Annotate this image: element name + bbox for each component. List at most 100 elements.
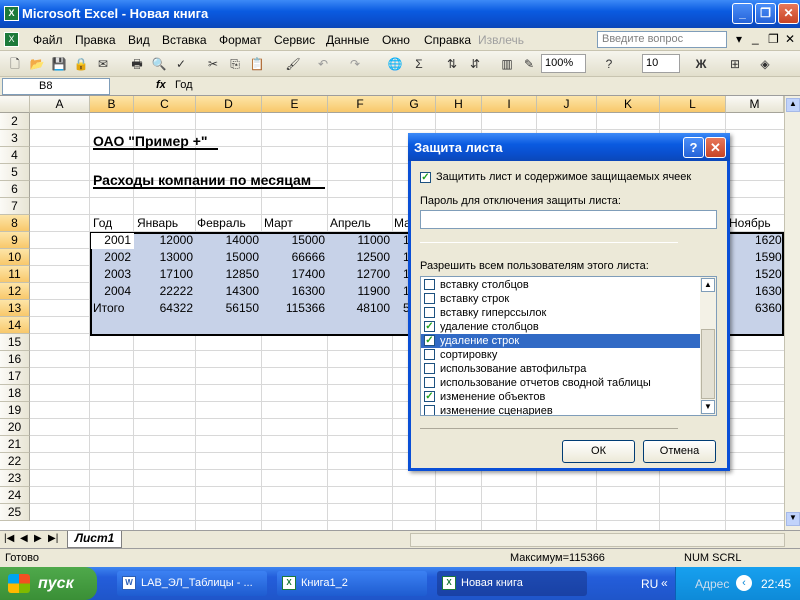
value-cell[interactable]: 11000	[328, 232, 393, 249]
row-header-24[interactable]: 24	[0, 487, 30, 504]
minimize-workbook-icon[interactable]: _	[752, 31, 759, 45]
column-header-I[interactable]: I	[482, 96, 537, 113]
permission-item[interactable]: использование автофильтра	[421, 362, 701, 376]
scroll-down-icon[interactable]: ▼	[786, 512, 800, 526]
row-header-7[interactable]: 7	[0, 198, 30, 215]
list-scroll-thumb[interactable]	[701, 329, 715, 399]
ok-button[interactable]: ОК	[562, 440, 635, 463]
value-cell[interactable]: 64322	[134, 300, 196, 317]
row-header-17[interactable]: 17	[0, 368, 30, 385]
value-cell[interactable]: 1630	[755, 283, 782, 300]
permission-checkbox[interactable]	[424, 307, 435, 318]
language-indicator[interactable]: RU	[641, 577, 658, 591]
zoom-select[interactable]: 100%	[541, 54, 586, 73]
value-cell[interactable]: 12700	[328, 266, 393, 283]
row-header-15[interactable]: 15	[0, 334, 30, 351]
column-header-D[interactable]: D	[196, 96, 262, 113]
horizontal-scrollbar[interactable]	[410, 533, 785, 547]
hyperlink-icon[interactable]: 🌐	[386, 55, 404, 73]
ask-question-input[interactable]: Введите вопрос	[597, 31, 727, 48]
row-header-22[interactable]: 22	[0, 453, 30, 470]
table-header-cell[interactable]: Январь	[137, 215, 178, 232]
year-cell[interactable]: 2002	[90, 249, 134, 266]
column-header-H[interactable]: H	[436, 96, 482, 113]
email-icon[interactable]: ✉	[94, 55, 112, 73]
row-header-2[interactable]: 2	[0, 113, 30, 130]
value-cell[interactable]: 15000	[196, 249, 262, 266]
autosum-icon[interactable]: Σ	[410, 55, 428, 73]
permission-item[interactable]: ✓ удаление столбцов	[421, 320, 701, 334]
borders-icon[interactable]: ⊞	[726, 55, 744, 73]
expand-tray-icon[interactable]: ‹	[736, 575, 752, 591]
year-cell[interactable]: 2001	[90, 232, 134, 249]
menu-tools[interactable]: Сервис	[274, 33, 315, 47]
task-new-workbook[interactable]: X Новая книга	[437, 571, 587, 596]
menu-insert[interactable]: Вставка	[162, 33, 207, 47]
sheet-tab-list1[interactable]: Лист1	[67, 531, 122, 548]
password-input[interactable]	[420, 210, 717, 229]
column-header-E[interactable]: E	[262, 96, 328, 113]
value-cell[interactable]: 12000	[134, 232, 196, 249]
menu-edit[interactable]: Правка	[75, 33, 116, 47]
workbook-icon[interactable]: X	[4, 32, 19, 47]
vertical-scrollbar[interactable]: ▲ ▼	[784, 96, 800, 530]
row-header-3[interactable]: 3	[0, 130, 30, 147]
redo-icon[interactable]: ↷	[346, 55, 364, 73]
cut-icon[interactable]: ✂	[204, 55, 222, 73]
menu-format[interactable]: Формат	[219, 33, 262, 47]
save-icon[interactable]: 💾	[50, 55, 68, 73]
value-cell[interactable]: 14300	[196, 283, 262, 300]
column-header-L[interactable]: L	[660, 96, 726, 113]
permission-item[interactable]: вставку строк	[421, 292, 701, 306]
sort-descending-icon[interactable]: ⇵	[466, 55, 484, 73]
menu-help[interactable]: Справка	[424, 33, 471, 47]
insert-function-icon[interactable]: fx	[156, 79, 166, 91]
row-header-6[interactable]: 6	[0, 181, 30, 198]
paste-icon[interactable]: 📋	[248, 55, 266, 73]
spelling-icon[interactable]: ✓	[172, 55, 190, 73]
chart-wizard-icon[interactable]: ▥	[498, 55, 516, 73]
value-cell[interactable]: 1590	[755, 249, 782, 266]
column-header-G[interactable]: G	[393, 96, 436, 113]
help-icon[interactable]: ?	[600, 55, 618, 73]
row-header-16[interactable]: 16	[0, 351, 30, 368]
menu-view[interactable]: Вид	[128, 33, 150, 47]
list-scroll-up-icon[interactable]: ▲	[701, 278, 715, 292]
value-cell[interactable]: 17100	[134, 266, 196, 283]
task-word-doc[interactable]: W LAB_ЭЛ_Таблицы - ...	[117, 571, 267, 596]
value-cell[interactable]: 1620	[755, 232, 782, 249]
print-icon[interactable]: 🖶	[128, 55, 146, 73]
column-header-A[interactable]: A	[30, 96, 90, 113]
permission-item[interactable]: изменение сценариев	[421, 404, 701, 415]
permission-item[interactable]: ✓ изменение объектов	[421, 390, 701, 404]
row-header-5[interactable]: 5	[0, 164, 30, 181]
permission-item[interactable]: использование отчетов сводной таблицы	[421, 376, 701, 390]
column-header-J[interactable]: J	[537, 96, 597, 113]
year-cell[interactable]: 2003	[90, 266, 134, 283]
year-cell[interactable]: 2004	[90, 283, 134, 300]
table-header-cell[interactable]: Апрель	[330, 215, 371, 232]
column-header-C[interactable]: C	[134, 96, 196, 113]
print-preview-icon[interactable]: 🔍	[150, 55, 168, 73]
close-workbook-icon[interactable]: ✕	[785, 32, 795, 46]
next-sheet-icon[interactable]: ▶	[34, 533, 42, 544]
permission-checkbox[interactable]	[424, 377, 435, 388]
dialog-close-button[interactable]: ✕	[705, 137, 726, 158]
value-cell[interactable]: 12850	[196, 266, 262, 283]
value-cell[interactable]: 22222	[134, 283, 196, 300]
excel-icon[interactable]: X	[4, 6, 19, 21]
row-header-14[interactable]: 14	[0, 317, 30, 334]
fill-color-icon[interactable]: ◈	[756, 55, 774, 73]
value-cell[interactable]: 6360	[755, 300, 782, 317]
column-header-F[interactable]: F	[328, 96, 393, 113]
list-scrollbar[interactable]: ▲ ▼	[700, 277, 716, 415]
row-header-18[interactable]: 18	[0, 385, 30, 402]
drawing-icon[interactable]: ✎	[520, 55, 538, 73]
permission-item[interactable]: сортировку	[421, 348, 701, 362]
row-header-19[interactable]: 19	[0, 402, 30, 419]
sort-ascending-icon[interactable]: ⇅	[443, 55, 461, 73]
value-cell[interactable]: 14000	[196, 232, 262, 249]
list-scroll-down-icon[interactable]: ▼	[701, 400, 715, 414]
value-cell[interactable]: 13000	[134, 249, 196, 266]
row-header-12[interactable]: 12	[0, 283, 30, 300]
